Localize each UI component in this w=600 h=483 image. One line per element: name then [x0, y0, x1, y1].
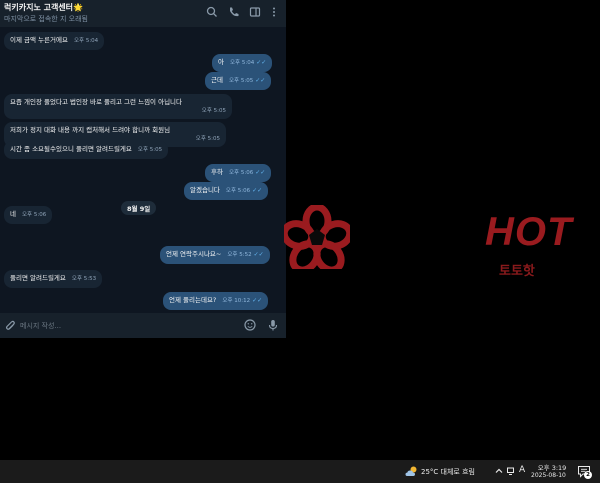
message-text: 근데 [211, 76, 223, 84]
chat-title[interactable]: 럭키카지노 고객센터🌟 [4, 2, 83, 13]
message-time: 오후 5:05 [137, 147, 163, 153]
watermark-subtitle: 토토핫 [499, 264, 535, 279]
message-incoming[interactable]: 시간 좀 소요될수있으니 풀리면 알려드릴게요 오후 5:05 [4, 141, 169, 159]
message-text: 저희가 정지 대화 내용 까지 캡처해서 드려야 합니까 회원님 [10, 126, 171, 134]
search-icon[interactable] [205, 5, 219, 19]
message-incoming[interactable]: 네 오후 5:06 [4, 206, 53, 224]
notification-count-badge: 2 [584, 471, 592, 479]
read-ticks-icon: ✓✓ [253, 251, 264, 258]
message-text: 아 [218, 58, 224, 66]
read-ticks-icon: ✓✓ [252, 187, 263, 194]
message-time: 오후 5:05 [228, 78, 254, 84]
message-time: 오후 5:06 [225, 188, 251, 194]
chat-header: 럭키카지노 고객센터🌟 마지막으로 접속한 지 오래됨 [0, 0, 286, 27]
message-outgoing[interactable]: 언제 풀리는데요? 오후 10:12 ✓✓ [163, 292, 269, 310]
message-outgoing[interactable]: 근데 오후 5:05 ✓✓ [205, 72, 272, 90]
phone-icon[interactable] [227, 5, 241, 19]
message-text: 시간 좀 소요될수있으니 풀리면 알려드릴게요 [10, 145, 132, 153]
read-ticks-icon: ✓✓ [256, 59, 267, 66]
weather-cloud-sun-icon[interactable] [404, 464, 419, 479]
chat-status: 마지막으로 접속한 지 오래됨 [4, 15, 88, 23]
taskbar: 25°C 대체로 흐림 A 오후 3:19 2025-08-10 2 [0, 460, 600, 483]
message-incoming[interactable]: 풀리면 알려드릴게요 오후 5:53 [4, 270, 103, 288]
message-outgoing[interactable]: 언제 연락주시나요~ 오후 5:52 ✓✓ [160, 246, 270, 264]
message-time: 오후 5:06 [21, 212, 47, 218]
message-time: 오후 5:04 [229, 60, 255, 66]
chat-title-text: 럭키카지노 고객센터 [4, 3, 74, 12]
message-text: 알겠습니다 [190, 186, 220, 194]
message-outgoing[interactable]: 아 오후 5:04 ✓✓ [212, 54, 273, 72]
chat-window: 럭키카지노 고객센터🌟 마지막으로 접속한 지 오래됨 이제 금액 누른거에요오… [0, 0, 286, 338]
emoji-icon[interactable] [243, 318, 257, 332]
message-text: 요즘 개인장 풀었다고 법인장 바로 풀리고 그런 느낌이 아닙니다 [10, 98, 183, 106]
watermark-brand: HOT [485, 210, 573, 254]
desktop: 럭키카지노 고객센터🌟 마지막으로 접속한 지 오래됨 이제 금액 누른거에요오… [0, 0, 600, 460]
date-separator: 8월 9일 [121, 201, 157, 215]
message-outgoing[interactable]: 후하 오후 5:06 ✓✓ [205, 164, 272, 182]
message-incoming[interactable]: 이제 금액 누른거에요 오후 5:04 [4, 32, 105, 50]
weather-text[interactable]: 25°C 대체로 흐림 [421, 467, 475, 477]
network-icon[interactable] [506, 466, 516, 476]
message-outgoing[interactable]: 알겠습니다 오후 5:06 ✓✓ [184, 182, 269, 200]
message-text: 풀리면 알려드릴게요 [10, 274, 66, 282]
read-ticks-icon: ✓✓ [252, 297, 263, 304]
chevron-up-icon[interactable] [494, 466, 504, 476]
attach-icon[interactable] [2, 318, 16, 332]
message-time: 오후 10:12 [222, 298, 251, 304]
message-time: 오후 5:06 [228, 170, 254, 176]
clock-date[interactable]: 2025-08-10 [531, 472, 566, 479]
message-text: 언제 연락주시나요~ [166, 250, 222, 258]
message-text: 언제 풀리는데요? [169, 296, 217, 304]
message-time: 오후 5:05 [201, 108, 226, 114]
clock-time[interactable]: 오후 3:19 [537, 462, 567, 472]
message-text: 이제 금액 누른거에요 [10, 36, 68, 44]
message-text: 후하 [211, 168, 223, 176]
message-text: 네 [10, 210, 16, 218]
microphone-icon[interactable] [266, 318, 280, 332]
ime-indicator[interactable]: A [519, 465, 525, 475]
sidebar-toggle-icon[interactable] [248, 5, 262, 19]
message-input[interactable]: 메시지 작성... [20, 321, 61, 331]
message-time: 오후 5:04 [73, 38, 99, 44]
message-time: 오후 5:52 [227, 252, 252, 258]
read-ticks-icon: ✓✓ [255, 77, 266, 84]
more-options-icon[interactable] [267, 5, 281, 19]
message-list[interactable]: 이제 금액 누른거에요 오후 5:04 아 오후 5:04 ✓✓ 근데 오후 5:05 ✓… [0, 27, 286, 313]
watermark-flower-logo [280, 203, 354, 274]
message-time: 오후 5:53 [71, 276, 97, 282]
message-incoming[interactable]: 요즘 개인장 풀었다고 법인장 바로 풀리고 그런 느낌이 아닙니다 오후 5:… [4, 94, 232, 119]
star-emoji: 🌟 [73, 3, 83, 12]
message-input-bar: 메시지 작성... [0, 313, 286, 338]
read-ticks-icon: ✓✓ [255, 169, 266, 176]
